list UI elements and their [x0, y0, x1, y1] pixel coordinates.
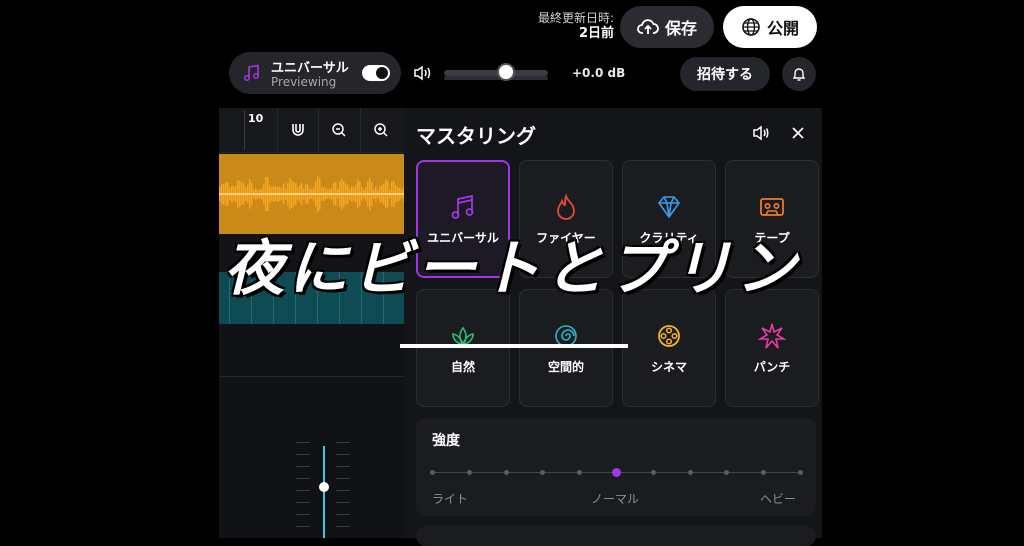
preset-preview-pill[interactable]: ユニバーサル Previewing — [229, 52, 401, 94]
strength-step-dot[interactable] — [430, 470, 435, 475]
strength-step-dot[interactable] — [724, 470, 730, 475]
strength-title: 強度 — [432, 433, 460, 449]
strength-slider-knob[interactable] — [612, 468, 621, 477]
strength-step-dot[interactable] — [761, 470, 767, 475]
burst-icon — [758, 323, 786, 349]
next-section-card — [416, 526, 816, 546]
last-updated-label: 最終更新日時: — [537, 11, 614, 25]
publish-label: 公開 — [766, 19, 799, 38]
preset-name: ユニバーサル — [271, 61, 349, 76]
zoom-out-button[interactable] — [318, 108, 359, 152]
ruler-number: 10 — [248, 112, 264, 125]
preset-card-label: パンチ — [753, 359, 791, 374]
strength-step-dot[interactable] — [798, 470, 803, 475]
save-button[interactable]: 保存 — [620, 6, 714, 48]
save-label: 保存 — [664, 19, 697, 38]
db-readout: +0.0 dB — [572, 66, 626, 80]
strength-step-dot[interactable] — [503, 470, 509, 475]
close-icon[interactable] — [791, 126, 805, 140]
strength-step-dot[interactable] — [650, 470, 656, 475]
strength-min-label: ライト — [432, 492, 469, 506]
volume-icon[interactable] — [413, 64, 433, 82]
fire-icon — [557, 192, 575, 220]
preset-status: Previewing — [271, 75, 337, 89]
strength-step-dot[interactable] — [687, 470, 693, 475]
preset-card-label: シネマ — [650, 359, 687, 374]
music-note-icon — [451, 194, 474, 219]
preset-card-label: 自然 — [450, 359, 475, 374]
magnet-icon — [292, 124, 304, 136]
publish-button[interactable]: 公開 — [723, 6, 817, 48]
preview-toggle[interactable] — [362, 65, 390, 81]
strength-step-dot[interactable] — [466, 470, 472, 475]
zoom-in-icon — [374, 123, 388, 137]
zoom-in-button[interactable] — [360, 108, 401, 152]
strength-step-dot[interactable] — [540, 470, 546, 475]
snap-button[interactable] — [277, 108, 318, 152]
strength-step-dot[interactable] — [577, 470, 583, 475]
diamond-icon — [657, 195, 681, 218]
music-note-icon — [244, 64, 259, 81]
strength-mid-label: ノーマル — [591, 492, 640, 506]
notifications-button[interactable] — [782, 57, 816, 91]
panel-title: マスタリング — [416, 124, 536, 148]
zoom-out-icon — [332, 123, 346, 137]
overlay-underline — [400, 344, 628, 348]
volume-slider-track-lower — [444, 76, 548, 80]
speaker-icon[interactable] — [752, 124, 770, 142]
preset-card-label: 空間的 — [547, 359, 584, 374]
film-reel-icon — [658, 324, 680, 347]
bell-icon — [792, 68, 806, 81]
cassette-icon — [760, 197, 784, 216]
fader-rail[interactable] — [323, 446, 325, 538]
last-updated-value: 2日前 — [578, 26, 614, 41]
overlay-title: 夜にビートとプリン — [224, 234, 800, 304]
lane-divider — [219, 376, 404, 377]
ruler-marker — [244, 110, 245, 150]
last-updated: 最終更新日時: 2日前 — [500, 10, 614, 42]
strength-max-label: ヘビー — [760, 492, 797, 506]
cloud-upload-icon — [637, 19, 659, 34]
invite-button[interactable]: 招待する — [680, 57, 770, 91]
globe-icon — [742, 18, 760, 36]
strength-panel: 強度 ライト ノーマル ヘビー — [416, 418, 816, 516]
fader-knob[interactable] — [319, 482, 329, 492]
